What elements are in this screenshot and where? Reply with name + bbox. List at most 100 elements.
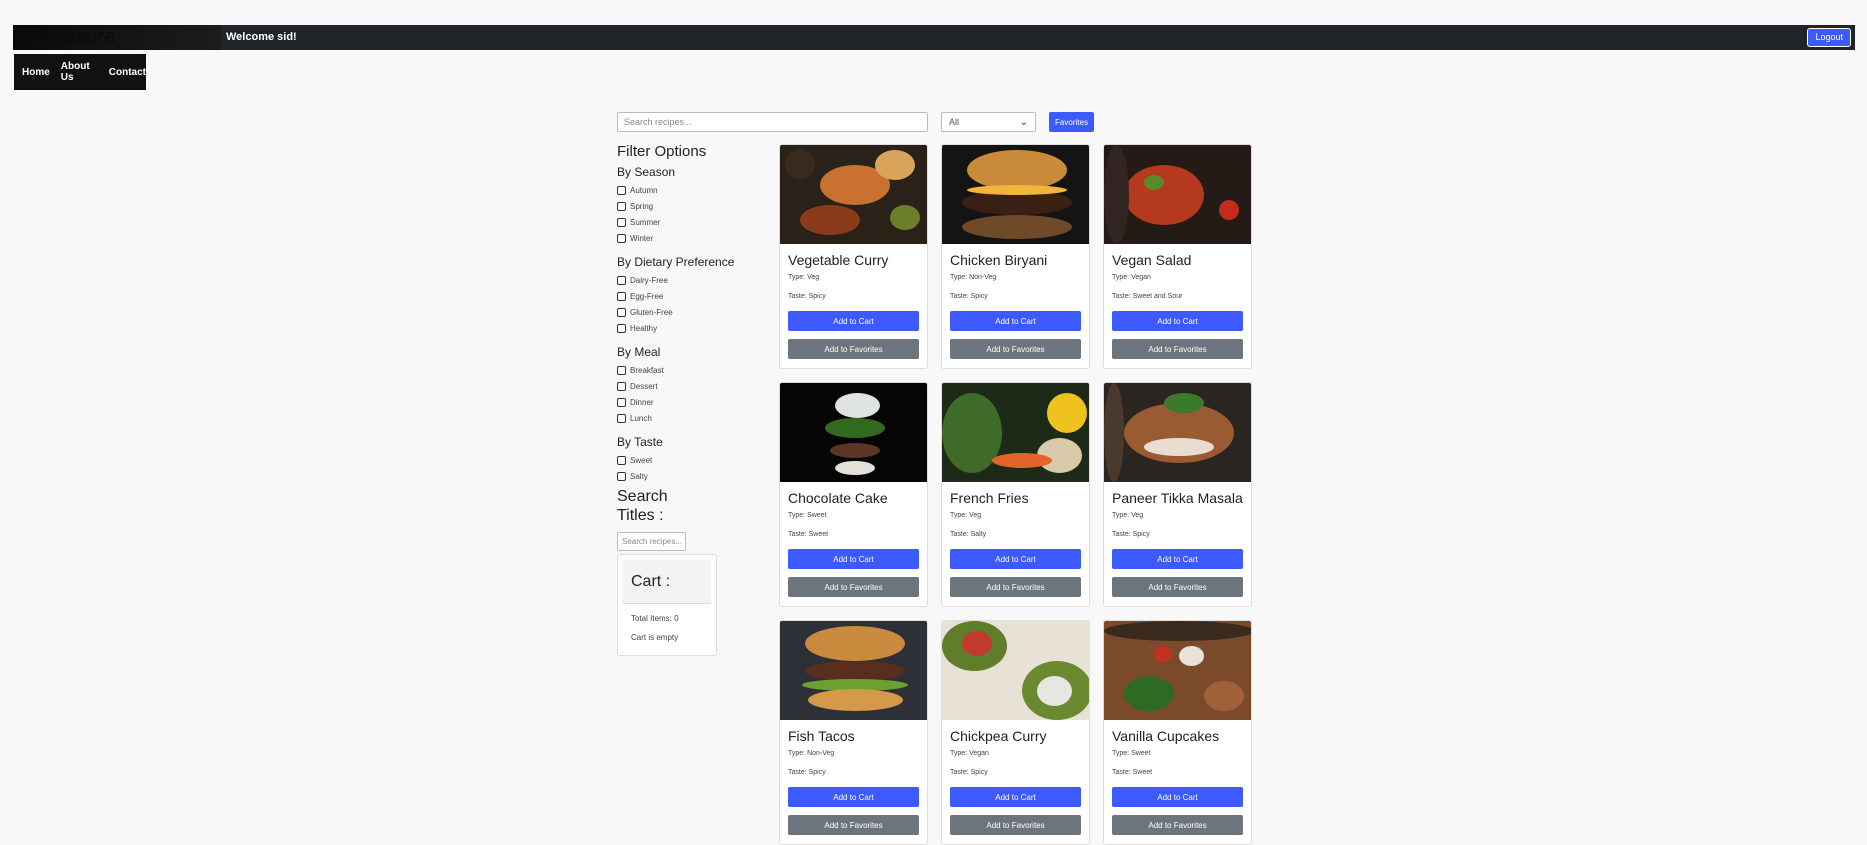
checkbox[interactable]	[617, 365, 626, 375]
recipe-image-detail	[992, 453, 1052, 468]
brand-logo[interactable]: OneAssure	[13, 25, 221, 50]
nav-contact-link[interactable]: Contact	[109, 67, 146, 78]
add-to-cart-button[interactable]: Add to Cart	[788, 549, 919, 569]
filter-option-label: Dinner	[630, 397, 654, 407]
filter-option-label: Egg-Free	[630, 291, 664, 301]
recipe-image	[780, 621, 927, 720]
recipe-image-detail	[825, 418, 885, 438]
recipe-image-detail	[962, 215, 1072, 239]
recipe-search-input[interactable]	[617, 112, 928, 132]
recipe-title: Vegan Salad	[1112, 252, 1192, 268]
filter-option[interactable]: Breakfast	[617, 362, 777, 378]
add-to-cart-button[interactable]: Add to Cart	[950, 549, 1081, 569]
add-to-cart-button[interactable]: Add to Cart	[950, 311, 1081, 331]
filter-option-label: Lunch	[630, 413, 652, 423]
recipe-image-detail	[967, 150, 1067, 190]
filter-option[interactable]: Sweet	[617, 452, 777, 468]
recipe-image-detail	[875, 150, 915, 180]
recipe-image-detail	[1164, 393, 1204, 413]
add-to-favorites-button[interactable]: Add to Favorites	[1112, 339, 1243, 359]
checkbox[interactable]	[617, 455, 626, 465]
checkbox[interactable]	[617, 413, 626, 423]
checkbox[interactable]	[617, 217, 626, 227]
filter-option[interactable]: Dinner	[617, 394, 777, 410]
recipe-title: Vanilla Cupcakes	[1112, 728, 1220, 744]
filter-group-title: By Taste	[617, 435, 663, 449]
filter-option-label: Winter	[630, 233, 654, 243]
title-search-input[interactable]	[617, 532, 686, 551]
filter-option[interactable]: Salty	[617, 468, 777, 484]
checkbox[interactable]	[617, 185, 626, 195]
recipe-taste: Taste: Spicy	[788, 293, 826, 300]
checkbox[interactable]	[617, 471, 626, 481]
recipe-taste: Taste: Salty	[950, 531, 987, 538]
nav-home-link[interactable]: Home	[22, 67, 50, 78]
add-to-favorites-button[interactable]: Add to Favorites	[950, 577, 1081, 597]
add-to-cart-button[interactable]: Add to Cart	[788, 787, 919, 807]
checkbox[interactable]	[617, 201, 626, 211]
checkbox[interactable]	[617, 323, 626, 333]
search-titles-heading: Search Titles :	[617, 488, 668, 524]
add-to-favorites-button[interactable]: Add to Favorites	[788, 815, 919, 835]
recipe-image-detail	[805, 626, 905, 661]
recipe-image	[780, 383, 927, 482]
filter-option[interactable]: Spring	[617, 198, 777, 214]
add-to-cart-button[interactable]: Add to Cart	[1112, 787, 1243, 807]
add-to-cart-button[interactable]: Add to Cart	[950, 787, 1081, 807]
filter-option-label: Gluten-Free	[630, 307, 673, 317]
recipe-type: Type: Veg	[950, 512, 982, 519]
nav-about-link[interactable]: About Us	[61, 61, 98, 83]
cart-title: Cart :	[623, 560, 711, 604]
logout-button[interactable]: Logout	[1807, 28, 1851, 47]
checkbox[interactable]	[617, 275, 626, 285]
recipe-image-detail	[835, 393, 880, 418]
checkbox[interactable]	[617, 397, 626, 407]
recipe-image-detail	[835, 461, 875, 475]
filter-option[interactable]: Gluten-Free	[617, 304, 777, 320]
add-to-favorites-button[interactable]: Add to Favorites	[788, 577, 919, 597]
cart-empty-message: Cart is empty	[631, 633, 679, 642]
recipe-image-detail	[967, 185, 1067, 195]
filter-option[interactable]: Healthy	[617, 320, 777, 336]
add-to-favorites-button[interactable]: Add to Favorites	[1112, 815, 1243, 835]
filter-option[interactable]: Summer	[617, 214, 777, 230]
checkbox[interactable]	[617, 381, 626, 391]
add-to-favorites-button[interactable]: Add to Favorites	[950, 339, 1081, 359]
recipe-title: Chocolate Cake	[788, 490, 888, 506]
recipe-image	[1104, 383, 1251, 482]
category-select[interactable]: All ⌄	[941, 112, 1036, 132]
recipe-taste: Taste: Spicy	[788, 769, 826, 776]
add-to-favorites-button[interactable]: Add to Favorites	[950, 815, 1081, 835]
recipe-image-detail	[962, 631, 992, 656]
checkbox[interactable]	[617, 291, 626, 301]
recipe-title: Paneer Tikka Masala	[1112, 490, 1243, 506]
filter-option[interactable]: Lunch	[617, 410, 777, 426]
filter-option[interactable]: Dairy-Free	[617, 272, 777, 288]
filter-option[interactable]: Dessert	[617, 378, 777, 394]
recipe-image-detail	[1154, 646, 1172, 662]
favorites-button[interactable]: Favorites	[1049, 112, 1094, 132]
checkbox[interactable]	[617, 307, 626, 317]
recipe-image	[1104, 621, 1251, 720]
add-to-favorites-button[interactable]: Add to Favorites	[788, 339, 919, 359]
recipe-taste: Taste: Spicy	[950, 293, 988, 300]
recipe-image	[942, 383, 1089, 482]
filter-option[interactable]: Autumn	[617, 182, 777, 198]
add-to-favorites-button[interactable]: Add to Favorites	[1112, 577, 1243, 597]
add-to-cart-button[interactable]: Add to Cart	[788, 311, 919, 331]
add-to-cart-button[interactable]: Add to Cart	[1112, 549, 1243, 569]
recipe-card: Vanilla Cupcakes Type: Sweet Taste: Sweet A…	[1103, 620, 1252, 845]
recipe-image-detail	[890, 205, 920, 230]
add-to-cart-button[interactable]: Add to Cart	[1112, 311, 1243, 331]
chevron-down-icon: ⌄	[1019, 117, 1028, 128]
recipe-type: Type: Non-Veg	[950, 274, 997, 281]
recipe-image-detail	[1124, 676, 1174, 711]
checkbox[interactable]	[617, 233, 626, 243]
recipe-type: Type: Sweet	[788, 512, 827, 519]
filter-option[interactable]: Winter	[617, 230, 777, 246]
cart-total-items: Total Items: 0	[631, 614, 679, 623]
recipe-image-detail	[1219, 200, 1239, 220]
filter-option-label: Sweet	[630, 455, 653, 465]
filter-option[interactable]: Egg-Free	[617, 288, 777, 304]
recipe-taste: Taste: Sweet	[788, 531, 829, 538]
